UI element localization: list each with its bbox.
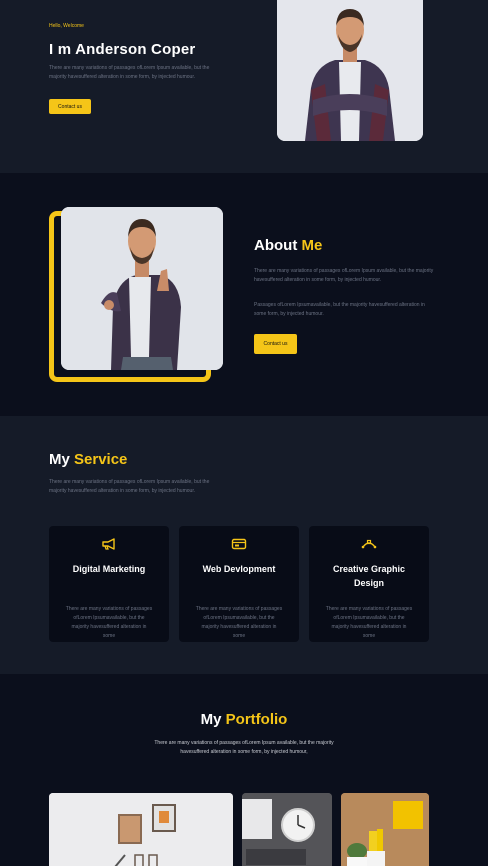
hero-title: I m Anderson Coper — [49, 41, 196, 58]
portfolio-title: My Portfolio — [0, 711, 488, 728]
corkboard-image — [341, 793, 429, 866]
portfolio-title-accent: Portfolio — [225, 711, 288, 728]
person-illustration — [61, 207, 223, 370]
about-title-main: About — [254, 237, 298, 254]
about-contact-button[interactable]: Contact us — [254, 334, 297, 354]
about-paragraph-2: Passages ofLorem Ipsumavailable, but the… — [254, 302, 425, 317]
services-section: My Service There are many variations of … — [0, 416, 488, 674]
about-title-accent: Me — [301, 237, 323, 254]
portfolio-section: My Portfolio There are many variations o… — [0, 674, 488, 866]
services-title: My Service — [49, 451, 127, 468]
service-card-description: There are many variations of passages of… — [65, 606, 153, 639]
service-card-title: Creative Graphic Design — [332, 564, 406, 588]
about-section: About Me There are many variations of pa… — [0, 173, 488, 416]
services-description: There are many variations of passages of… — [49, 479, 210, 494]
megaphone-icon — [49, 538, 169, 550]
services-title-accent: Service — [74, 451, 128, 468]
portfolio-item-gallery-wall[interactable] — [49, 793, 233, 866]
person-illustration — [277, 0, 423, 141]
portfolio-item-corkboard[interactable] — [341, 793, 429, 866]
hero-portrait — [277, 0, 423, 141]
services-title-main: My — [49, 451, 70, 468]
service-card-description: There are many variations of passages of… — [195, 606, 283, 639]
portfolio-description: There are many variations of passages of… — [154, 740, 334, 755]
service-card-digital-marketing[interactable]: Digital Marketing There are many variati… — [49, 526, 169, 642]
hero-description: There are many variations of passages of… — [49, 65, 210, 80]
hero-section: Hello, Welcome I m Anderson Coper There … — [0, 0, 488, 173]
hero-greeting: Hello, Welcome — [49, 23, 84, 29]
service-card-web-development[interactable]: Web Devlopment There are many variations… — [179, 526, 299, 642]
portfolio-item-desk-clock[interactable] — [242, 793, 332, 866]
desk-clock-image — [242, 793, 332, 866]
portfolio-title-main: My — [200, 711, 222, 728]
about-paragraph-1: There are many variations of passages of… — [254, 268, 434, 283]
pen-tool-icon — [309, 538, 429, 550]
service-card-title: Digital Marketing — [72, 564, 146, 574]
hero-contact-button[interactable]: Contact us — [49, 99, 91, 114]
service-card-description: There are many variations of passages of… — [325, 606, 413, 639]
browser-icon — [179, 538, 299, 550]
service-card-title: Web Devlopment — [202, 564, 276, 574]
service-card-graphic-design[interactable]: Creative Graphic Design There are many v… — [309, 526, 429, 642]
about-portrait — [61, 207, 223, 370]
about-title: About Me — [254, 237, 322, 254]
wall-frames-image — [49, 793, 233, 866]
